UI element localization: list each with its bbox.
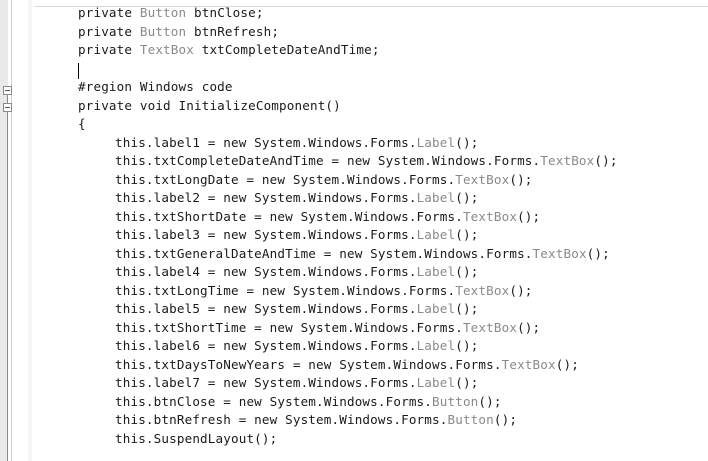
code-text-after: (); xyxy=(455,264,479,279)
code-text-before: private void InitializeComponent() xyxy=(78,97,341,113)
code-text-after: btnClose; xyxy=(186,5,264,20)
code-type-name: TextBox xyxy=(455,282,510,298)
code-line[interactable]: this.label5 = new System.Windows.Forms.L… xyxy=(115,300,478,318)
code-type-name: TextBox xyxy=(532,245,587,261)
code-text-before: private xyxy=(78,23,140,39)
code-text-after: (); xyxy=(594,153,618,168)
code-type-name: TextBox xyxy=(501,356,556,372)
code-type-name: Button xyxy=(139,23,187,39)
code-text-before: this.btnRefresh = new System.Windows.For… xyxy=(115,412,448,427)
code-text-after: (); xyxy=(455,134,479,150)
code-line[interactable]: this.txtShortDate = new System.Windows.F… xyxy=(115,208,540,226)
code-line[interactable]: this.label3 = new System.Windows.Forms.L… xyxy=(115,226,478,244)
code-line[interactable]: private TextBox txtCompleteDateAndTime; xyxy=(78,41,380,59)
code-text-before: this.label3 = new System.Windows.Forms. xyxy=(115,227,417,242)
code-text-before: this.txtLongDate = new System.Windows.Fo… xyxy=(115,171,456,187)
code-line[interactable]: this.label1 = new System.Windows.Forms.L… xyxy=(115,134,478,152)
code-type-name: Label xyxy=(416,264,456,279)
code-text-before: this.txtShortDate = new System.Windows.F… xyxy=(115,208,463,224)
code-text-after: (); xyxy=(555,356,579,372)
code-type-name: Label xyxy=(416,227,456,242)
code-type-name: TextBox xyxy=(462,319,518,335)
code-text-after: (); xyxy=(478,393,502,409)
code-text-before: this.label7 = new System.Windows.Forms. xyxy=(115,375,417,390)
code-line[interactable]: this.btnClose = new System.Windows.Forms… xyxy=(115,393,502,411)
code-line[interactable]: this.txtLongTime = new System.Windows.Fo… xyxy=(115,282,533,300)
code-text-before: this.txtShortTime = new System.Windows.F… xyxy=(115,319,463,335)
code-line[interactable]: this.txtCompleteDateAndTime = new System… xyxy=(115,152,618,170)
text-caret xyxy=(78,63,79,79)
code-text-before: { xyxy=(78,116,86,131)
code-line[interactable]: private void InitializeComponent() xyxy=(78,97,341,115)
code-line[interactable]: #region Windows code xyxy=(78,78,233,96)
code-editor[interactable]: private Button btnClose; private Button b… xyxy=(0,0,708,461)
code-line[interactable]: private Button btnClose; xyxy=(78,4,264,22)
code-text-after: (); xyxy=(455,190,479,205)
code-text-before: this.SuspendLayout(); xyxy=(115,430,278,446)
code-line[interactable]: this.txtShortTime = new System.Windows.F… xyxy=(115,319,540,337)
code-type-name: TextBox xyxy=(462,208,518,224)
code-text-before: this.label2 = new System.Windows.Forms. xyxy=(115,190,417,205)
code-text-after: (); xyxy=(509,282,533,298)
code-text-after: (); xyxy=(517,319,541,335)
code-text-before: private xyxy=(78,5,140,20)
code-line[interactable]: this.SuspendLayout(); xyxy=(115,430,277,448)
code-line[interactable]: this.label2 = new System.Windows.Forms.L… xyxy=(115,189,478,207)
code-line[interactable]: this.txtGeneralDateAndTime = new System.… xyxy=(115,245,610,263)
selection-margin[interactable] xyxy=(28,0,32,461)
code-text-after: (); xyxy=(455,375,479,390)
code-text-before: private xyxy=(78,42,140,57)
code-text-after: (); xyxy=(455,301,479,316)
code-text-before: this.txtDaysToNewYears = new System.Wind… xyxy=(115,356,502,372)
code-type-name: Button xyxy=(139,5,187,20)
code-type-name: Label xyxy=(416,134,456,150)
code-text-before: this.label5 = new System.Windows.Forms. xyxy=(115,301,417,316)
code-line[interactable]: this.label6 = new System.Windows.Forms.L… xyxy=(115,337,478,355)
code-text-before: this.txtCompleteDateAndTime = new System… xyxy=(115,153,541,168)
code-line[interactable]: this.btnRefresh = new System.Windows.For… xyxy=(115,411,517,429)
code-line[interactable]: this.label4 = new System.Windows.Forms.L… xyxy=(115,263,478,281)
code-text-after: txtCompleteDateAndTime; xyxy=(193,42,380,57)
code-type-name: Label xyxy=(416,375,456,390)
code-text-before: this.label4 = new System.Windows.Forms. xyxy=(115,264,417,279)
code-text-before: #region Windows code xyxy=(78,79,233,94)
collapse-region-icon[interactable] xyxy=(3,86,12,95)
code-text-after: (); xyxy=(509,171,533,187)
code-line[interactable]: { xyxy=(78,115,86,133)
code-text-before: this.label1 = new System.Windows.Forms. xyxy=(115,134,417,150)
code-type-name: TextBox xyxy=(540,153,595,168)
fold-guide-line xyxy=(7,112,8,461)
code-type-name: Button xyxy=(432,393,479,409)
code-text-before: this.txtLongTime = new System.Windows.Fo… xyxy=(115,282,456,298)
code-type-name: TextBox xyxy=(455,171,510,187)
code-text-after: (); xyxy=(517,208,541,224)
code-text-before: this.label6 = new System.Windows.Forms. xyxy=(115,338,417,353)
code-text-after: (); xyxy=(455,227,479,242)
editor-gutter xyxy=(0,0,28,461)
code-line[interactable]: private Button btnRefresh; xyxy=(78,23,279,41)
code-text-after: btnRefresh; xyxy=(186,23,280,39)
code-line[interactable]: this.label7 = new System.Windows.Forms.L… xyxy=(115,374,478,392)
code-type-name: Label xyxy=(416,301,456,316)
code-text-before: this.btnClose = new System.Windows.Forms… xyxy=(115,393,433,409)
collapse-method-icon[interactable] xyxy=(3,103,12,112)
code-text-after: (); xyxy=(455,338,479,353)
code-type-name: TextBox xyxy=(139,42,194,57)
code-type-name: Label xyxy=(416,190,456,205)
code-text-after: (); xyxy=(586,245,610,261)
code-text-after: (); xyxy=(493,412,518,427)
fold-guide-line xyxy=(7,95,8,103)
gutter-divider xyxy=(11,0,12,461)
code-type-name: Label xyxy=(416,338,456,353)
code-text-before: this.txtGeneralDateAndTime = new System.… xyxy=(115,245,533,261)
code-type-name: Button xyxy=(447,412,494,427)
code-line[interactable]: this.txtLongDate = new System.Windows.Fo… xyxy=(115,171,533,189)
code-line[interactable]: this.txtDaysToNewYears = new System.Wind… xyxy=(115,356,579,374)
